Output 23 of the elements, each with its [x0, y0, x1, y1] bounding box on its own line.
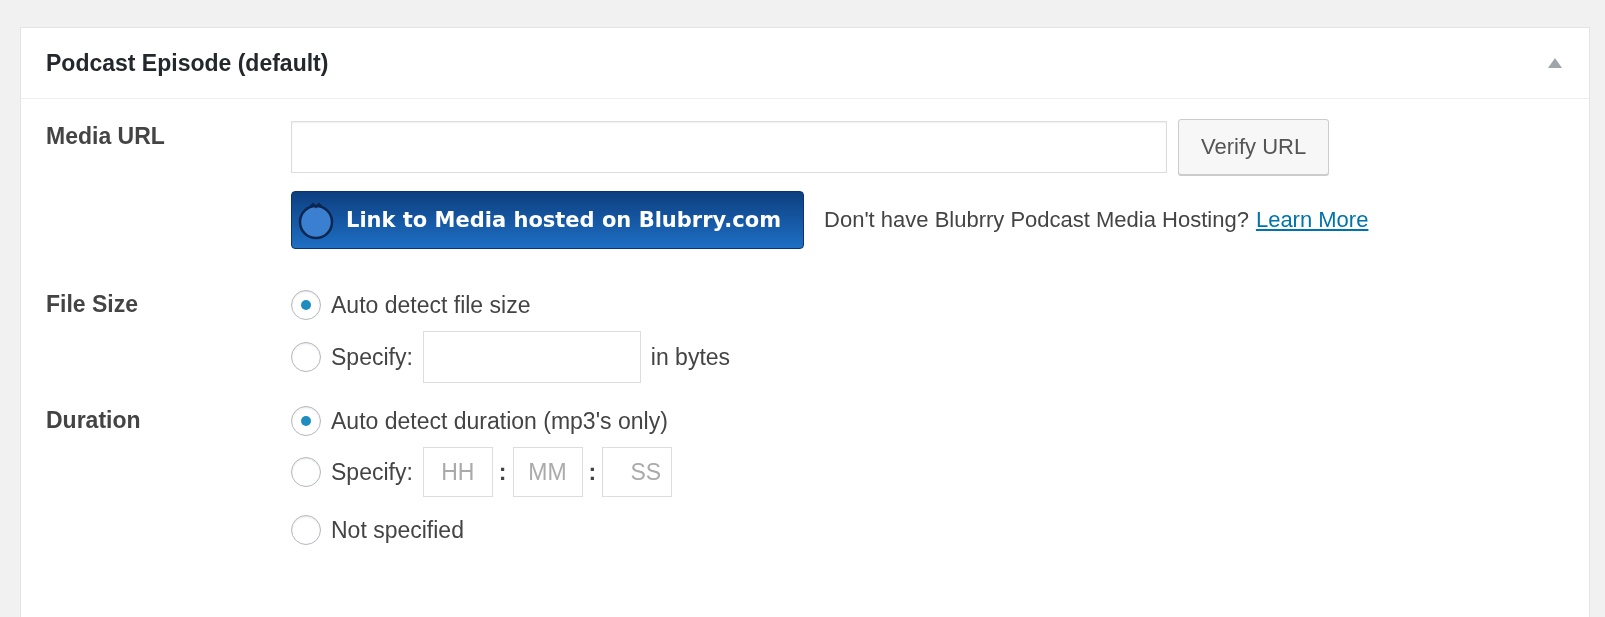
media-url-field[interactable] — [291, 121, 1167, 173]
time-field[interactable]: MM — [512, 447, 583, 497]
time-field[interactable]: HH — [422, 447, 493, 497]
option-label: Auto detect file size — [331, 291, 531, 319]
option-label: Not specified — [331, 516, 464, 544]
berry-icon — [296, 200, 336, 240]
unit-label: in bytes — [650, 343, 731, 371]
time-separator: : — [588, 458, 597, 486]
option-label: Specify: — [331, 458, 413, 486]
file-size-field[interactable] — [422, 331, 641, 383]
field-label: Duration — [46, 406, 142, 435]
hosting-note: Don't have Blubrry Podcast Media Hosting? — [824, 207, 1249, 233]
blubrry-link-button[interactable]: Link to Media hosted on Blubrry.com — [291, 191, 805, 249]
verify-url-button[interactable]: Verify URL — [1178, 119, 1330, 175]
option-label: Specify: — [331, 343, 413, 371]
learn-more-link[interactable]: Learn More — [1255, 207, 1369, 233]
collapse-triangle-icon[interactable] — [1547, 57, 1563, 69]
option-label: Auto detect duration (mp3's only) — [331, 407, 668, 435]
field-label: File Size — [46, 290, 140, 319]
time-field[interactable]: SS — [602, 447, 673, 497]
field-label: Media URL — [46, 122, 166, 151]
time-separator: : — [498, 458, 507, 486]
panel-title: Podcast Episode (default) — [46, 49, 329, 77]
